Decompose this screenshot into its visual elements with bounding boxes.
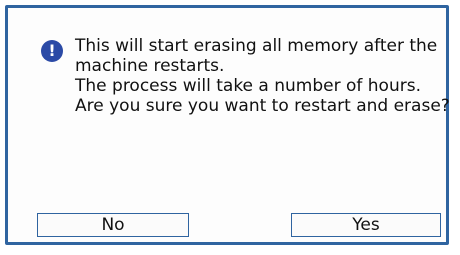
yes-button[interactable]: Yes: [291, 213, 441, 237]
no-button[interactable]: No: [37, 213, 189, 237]
message-line-2: machine restarts.: [75, 56, 225, 76]
exclamation-icon: !: [41, 40, 63, 62]
message-line-1: This will start erasing all memory after…: [75, 36, 438, 56]
message-line-3: The process will take a number of hours.: [75, 76, 421, 96]
message-lines: This will start erasing all memory after…: [75, 36, 450, 116]
dialog-message: ! This will start erasing all memory aft…: [41, 36, 451, 116]
confirm-erase-dialog: ! This will start erasing all memory aft…: [5, 5, 451, 245]
message-line-4: Are you sure you want to restart and era…: [75, 96, 450, 116]
